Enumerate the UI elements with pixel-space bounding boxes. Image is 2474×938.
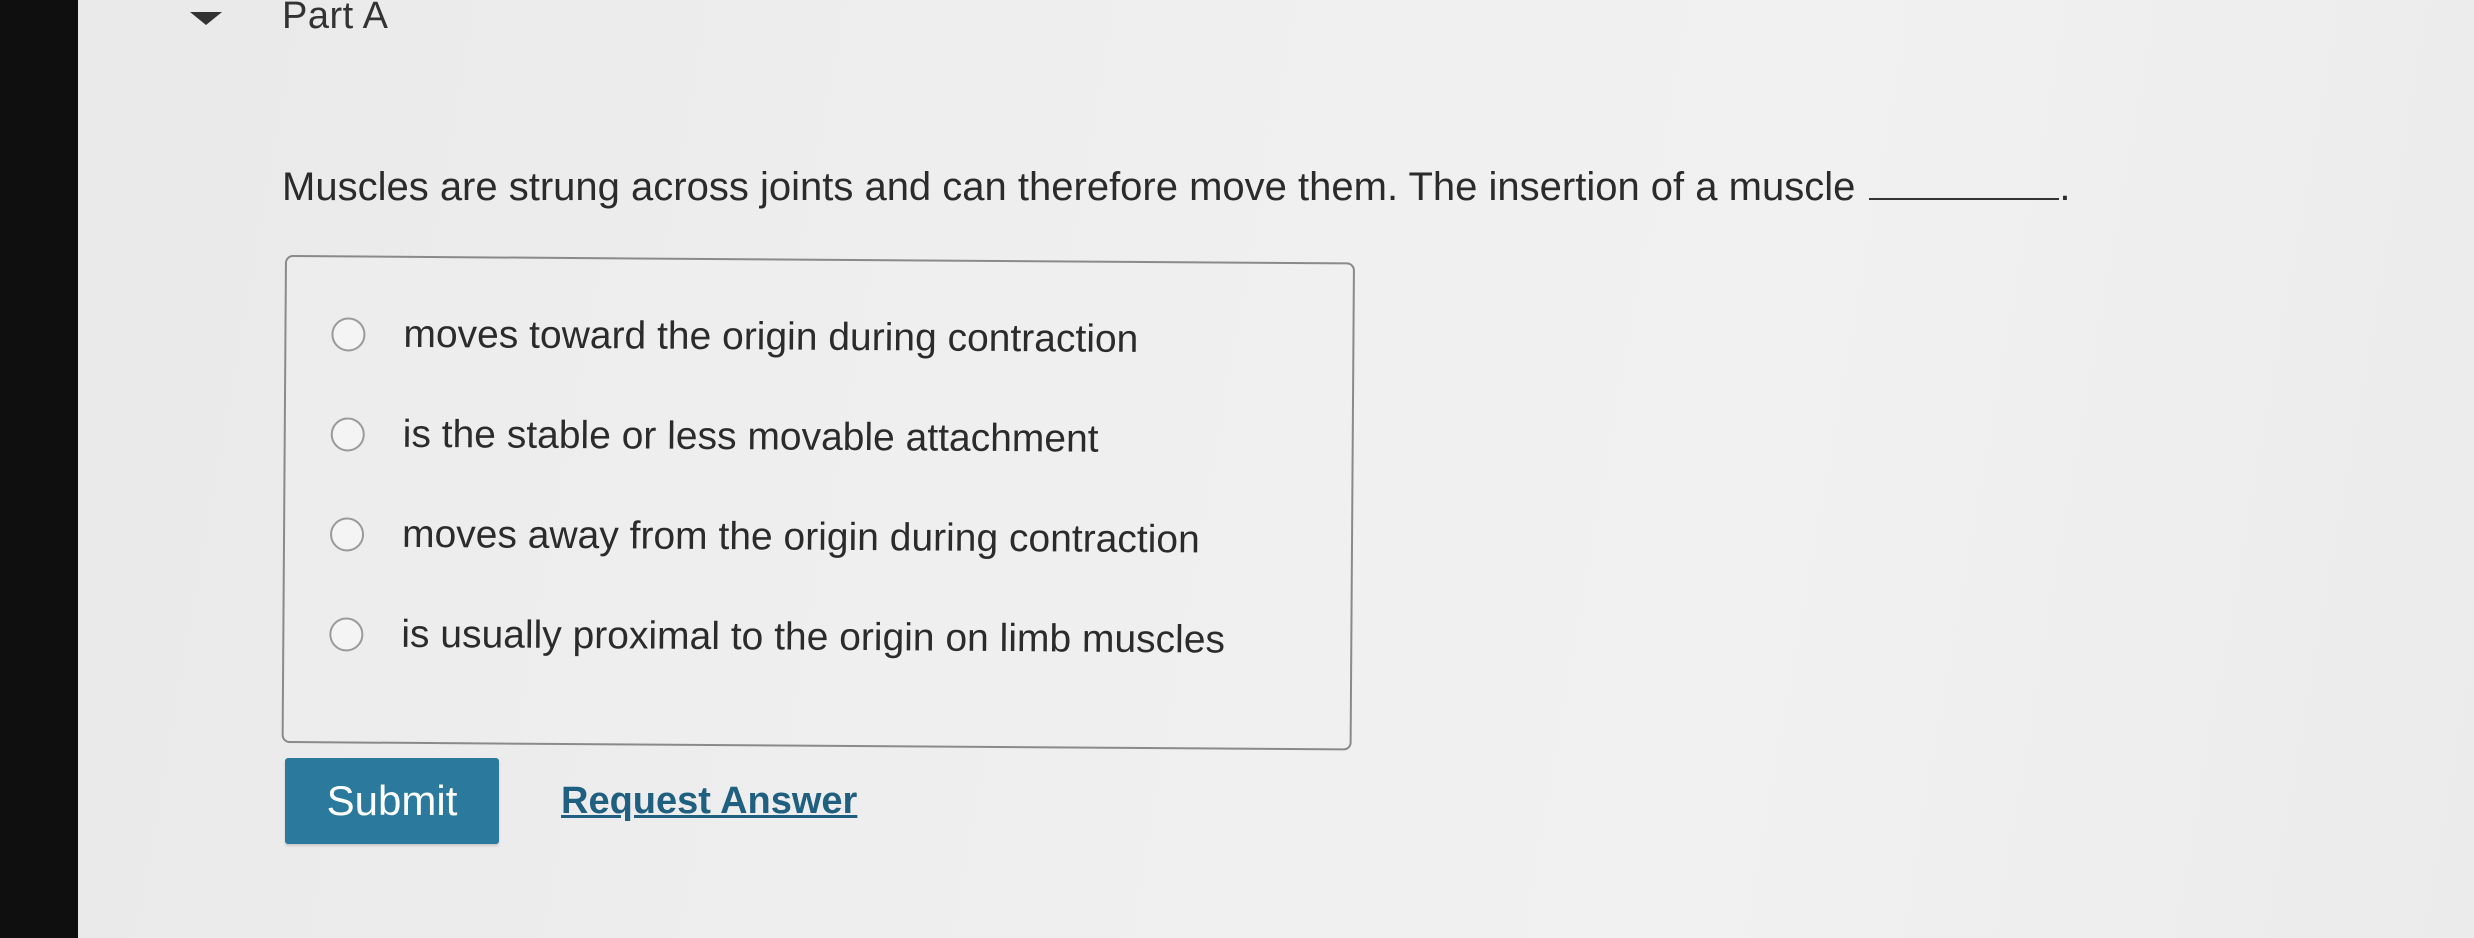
choice-label[interactable]: moves toward the origin during contracti…: [403, 313, 1138, 362]
radio-button[interactable]: [329, 517, 365, 552]
screen-bezel: [0, 0, 78, 938]
submit-button[interactable]: Submit: [285, 758, 499, 844]
question-end-punct: .: [2059, 165, 2071, 209]
part-title: Part A: [282, 0, 389, 37]
choice-label[interactable]: is usually proximal to the origin on lim…: [401, 613, 1225, 663]
radio-button[interactable]: [329, 617, 364, 652]
action-bar: Submit Request Answer: [285, 758, 857, 844]
answer-blank: [1869, 168, 2060, 200]
radio-button[interactable]: [330, 417, 365, 452]
choice-label[interactable]: is the stable or less movable attachment: [403, 413, 1099, 462]
request-answer-link[interactable]: Request Answer: [561, 780, 857, 823]
question-text: Muscles are strung across joints and can…: [282, 165, 1856, 209]
radio-button[interactable]: [331, 317, 366, 352]
answer-choices-box: moves toward the origin during contracti…: [281, 255, 1355, 751]
choice-label[interactable]: moves away from the origin during contra…: [402, 513, 1200, 563]
screen: Part A Muscles are strung across joints …: [0, 0, 2474, 938]
part-header[interactable]: Part A: [190, 0, 389, 46]
choice-item[interactable]: moves toward the origin during contracti…: [331, 312, 1138, 362]
choice-item[interactable]: is usually proximal to the origin on lim…: [329, 612, 1225, 662]
choice-item[interactable]: is the stable or less movable attachment: [330, 412, 1099, 462]
question-prompt: Muscles are strung across joints and can…: [282, 165, 2070, 210]
caret-down-icon[interactable]: [190, 11, 222, 25]
choice-item[interactable]: moves away from the origin during contra…: [329, 512, 1200, 563]
